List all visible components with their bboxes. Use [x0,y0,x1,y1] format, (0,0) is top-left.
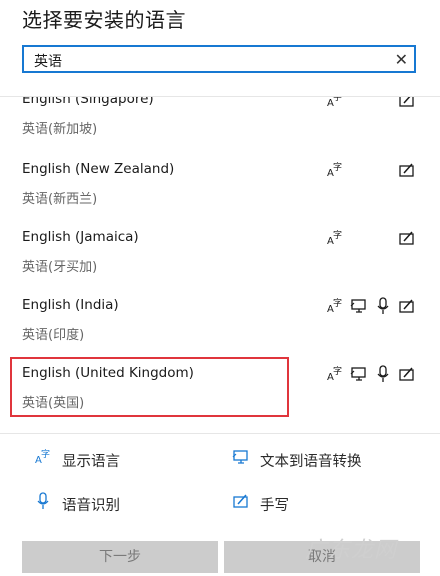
display-language-icon: A字 [34,448,52,466]
svg-text:字: 字 [333,161,342,173]
svg-text:字: 字 [41,448,50,460]
language-name: English (India) [22,297,119,313]
search-value[interactable]: 英语 [34,51,62,71]
handwriting-icon [398,229,416,247]
display-language-icon: A字 [326,365,344,383]
search-input[interactable]: 英语 ✕ [22,45,416,73]
language-local-name: 英语(新加坡) [22,122,98,137]
microphone-icon [34,492,52,510]
display-language-icon: A字 [326,297,344,315]
language-name: English (Jamaica) [22,229,139,245]
list-item[interactable]: English (India) 英语(印度) A字 [0,297,440,365]
svg-text:字: 字 [333,297,342,309]
svg-text:字: 字 [333,229,342,241]
display-language-icon: A字 [326,229,344,247]
language-local-name: 英语(英国) [22,396,85,411]
close-icon[interactable]: ✕ [395,50,408,69]
handwriting-icon [398,97,416,109]
microphone-icon [374,365,392,383]
feature-legend: A字 显示语言 文本到语音转换 语音识别 手写 [0,440,440,530]
display-language-icon: A字 [326,96,344,109]
legend-label: 显示语言 [62,454,120,470]
cancel-button[interactable]: 取消 [224,541,420,573]
language-name: English (Singapore) [22,96,154,107]
handwriting-icon [398,365,416,383]
legend-label: 语音识别 [62,498,120,514]
language-name: English (New Zealand) [22,161,175,177]
text-to-speech-icon [232,448,250,466]
legend-label: 手写 [260,498,289,514]
text-to-speech-icon [350,297,368,315]
language-local-name: 英语(印度) [22,328,85,343]
next-button[interactable]: 下一步 [22,541,218,573]
handwriting-icon [398,161,416,179]
handwriting-icon [398,297,416,315]
language-local-name: 英语(牙买加) [22,260,98,275]
legend-label: 文本到语音转换 [260,454,362,470]
list-item[interactable]: English (Jamaica) 英语(牙买加) A字 [0,229,440,297]
microphone-icon [374,297,392,315]
language-local-name: 英语(新西兰) [22,192,98,207]
text-to-speech-icon [350,365,368,383]
page-title: 选择要安装的语言 [22,8,186,32]
svg-text:字: 字 [333,96,342,103]
handwriting-icon [232,492,250,510]
display-language-icon: A字 [326,161,344,179]
language-name: English (United Kingdom) [22,365,194,381]
svg-text:字: 字 [333,365,342,377]
language-list[interactable]: English (Singapore) 英语(新加坡) A字 English (… [0,96,440,434]
list-item[interactable]: English (Singapore) 英语(新加坡) A字 [0,96,440,159]
list-item[interactable]: English (United Kingdom) 英语(英国) A字 [0,365,440,433]
list-item[interactable]: English (New Zealand) 英语(新西兰) A字 [0,161,440,229]
